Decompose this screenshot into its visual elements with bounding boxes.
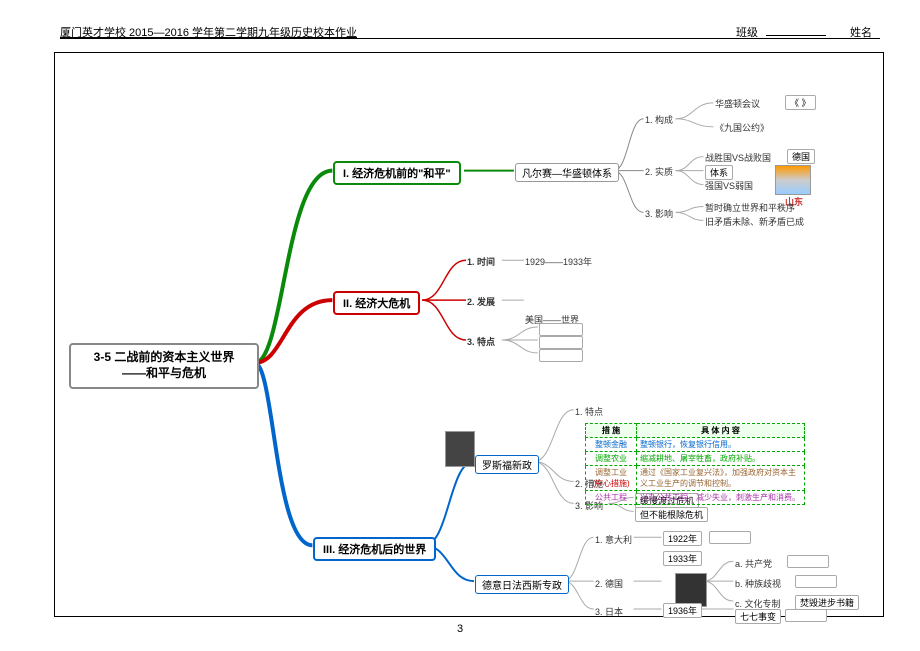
- measures-table: 措 施具 体 内 容 整顿金融整顿银行，恢复银行信用。 调整农业缩减耕地、屠宰牲…: [585, 423, 805, 505]
- mindmap-diagram: 3-5 二战前的资本主义世界 ——和平与危机 I. 经济危机前的"和平" II.…: [54, 52, 884, 617]
- b3-f2b: a. 共产党: [735, 557, 772, 570]
- b1-sub: 凡尔赛—华盛顿体系: [515, 163, 619, 182]
- b3-f3b: 七七事变: [735, 609, 781, 624]
- header-title: 厦门英才学校 2015—2016 学年第二学期九年级历史校本作业: [60, 24, 357, 40]
- b3-r1: 1. 特点: [575, 405, 603, 418]
- b1-n1: 1. 构成: [645, 113, 673, 126]
- f1-blank: [709, 531, 751, 544]
- b1-n3a: 暂时确立世界和平秩序: [705, 201, 795, 214]
- b3-f1: 1. 意大利: [595, 533, 632, 546]
- th-measure: 措 施: [586, 424, 637, 438]
- b2-n1a: 1929——1933年: [525, 255, 592, 268]
- b1-n3b: 旧矛盾未除、新矛盾已成: [705, 215, 804, 228]
- f2c-blank: [795, 575, 837, 588]
- b1-n1c: 《 》: [785, 95, 816, 110]
- b1-n2b: 战胜国VS战败国: [705, 151, 771, 164]
- fdr-image: [445, 431, 475, 467]
- page-number: 3: [0, 623, 920, 635]
- th-content: 具 体 内 容: [637, 424, 805, 438]
- class-label: 班级: [736, 24, 758, 40]
- b2-n3: 3. 特点: [467, 335, 495, 348]
- b3-sub2: 德意日法西斯专政: [475, 575, 569, 594]
- root-line1: 3-5 二战前的资本主义世界: [94, 350, 235, 366]
- b3-f2c: b. 种族歧视: [735, 577, 781, 590]
- b1-n2c: 强国VS弱国: [705, 179, 753, 192]
- b3-f1a: 1922年: [663, 531, 702, 546]
- b3-f3a: 1936年: [663, 603, 702, 618]
- name-label: 姓名: [850, 24, 872, 40]
- b2-n1: 1. 时间: [467, 255, 495, 268]
- f3-blank: [785, 609, 827, 622]
- b1-n2: 2. 实质: [645, 165, 673, 178]
- b1-n2a: 体系: [705, 165, 733, 180]
- branch-2: II. 经济大危机: [333, 291, 420, 315]
- b3-f3: 3. 日本: [595, 605, 623, 618]
- b3-f2e: 焚毁进步书籍: [795, 595, 859, 610]
- b2-n2: 2. 发展: [467, 295, 495, 308]
- b2-blank2: [539, 336, 583, 349]
- b1-n3: 3. 影响: [645, 207, 673, 220]
- b2-blank1: [539, 323, 583, 336]
- b3-r3b: 但不能根除危机: [635, 507, 708, 522]
- b1-n1b: 《九国公约》: [715, 121, 769, 134]
- root-line2: ——和平与危机: [94, 366, 235, 382]
- hitler-image: [675, 573, 707, 607]
- b1-n1a: 华盛顿会议: [715, 97, 760, 110]
- f2b-blank: [787, 555, 829, 568]
- root-node: 3-5 二战前的资本主义世界 ——和平与危机: [69, 343, 259, 389]
- b3-sub1: 罗斯福新政: [475, 455, 539, 474]
- page-header: 厦门英才学校 2015—2016 学年第二学期九年级历史校本作业 班级 姓名: [60, 24, 880, 39]
- b3-f2a: 1933年: [663, 551, 702, 566]
- b2-blank3: [539, 349, 583, 362]
- class-blank: [766, 35, 826, 36]
- branch-1: I. 经济危机前的"和平": [333, 161, 461, 185]
- branch-3: III. 经济危机后的世界: [313, 537, 436, 561]
- b1-n2d: 德国: [787, 149, 815, 164]
- b3-f2: 2. 德国: [595, 577, 623, 590]
- flag-image: [775, 165, 811, 195]
